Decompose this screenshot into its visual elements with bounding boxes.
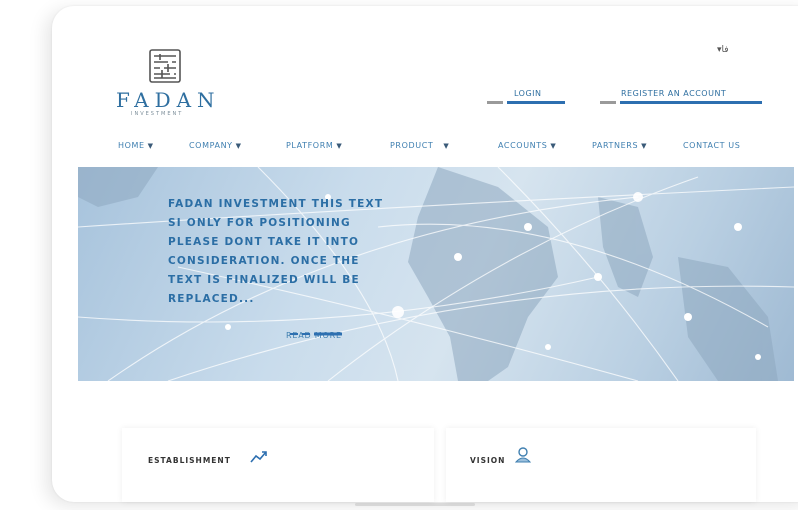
chevron-down-icon: ▼	[235, 142, 242, 150]
hero-line: Fadan Investment this text	[168, 198, 384, 210]
chevron-down-icon: ▼	[147, 142, 154, 150]
logo-icon[interactable]	[148, 48, 182, 88]
home-indicator	[355, 503, 475, 506]
hero-line: text is finalized will be	[168, 274, 360, 286]
hero-text: Fadan Investment this text si only for p…	[168, 195, 438, 309]
nav-item-partners[interactable]: Partners ▼	[592, 141, 647, 150]
card-title: Establishment	[148, 456, 231, 465]
brand-subtitle: INVESTMENT	[131, 111, 184, 117]
vision-card[interactable]: Vision	[446, 428, 756, 502]
login-link[interactable]: Login	[514, 89, 542, 98]
trend-icon	[250, 451, 267, 463]
card-title: Vision	[470, 456, 506, 465]
main-nav: Home ▼ Company ▼ Platform ▼ Product ▼ Accoun…	[118, 141, 768, 153]
nav-item-company[interactable]: Company ▼	[189, 141, 242, 150]
chevron-down-icon: ▼	[336, 142, 343, 150]
establishment-card[interactable]: Establishment	[122, 428, 434, 502]
hero-line: please dont take it into	[168, 236, 360, 248]
register-accent-bar	[620, 101, 762, 104]
read-more-dash-icon	[290, 332, 342, 336]
chevron-down-icon: ▼	[641, 142, 648, 150]
chevron-down-icon: ▼	[443, 142, 450, 150]
hero-line: replaced...	[168, 293, 255, 305]
read-more-link[interactable]: Read More	[286, 331, 342, 340]
nav-item-platform[interactable]: Platform ▼	[286, 141, 342, 150]
hero-banner: Fadan Investment this text si only for p…	[78, 167, 794, 381]
nav-item-product[interactable]: Product ▼	[390, 141, 449, 150]
hero-line: consideration. once the	[168, 255, 360, 267]
register-link[interactable]: Register an account	[621, 89, 726, 98]
register-gray-bar	[600, 101, 616, 104]
vision-icon	[514, 447, 532, 463]
brand-name[interactable]: FADAN	[116, 88, 221, 112]
login-gray-bar	[487, 101, 503, 104]
hero-line: si only for positioning	[168, 217, 351, 229]
login-accent-bar	[507, 101, 565, 104]
nav-item-home[interactable]: Home ▼	[118, 141, 154, 150]
chevron-down-icon: ▼	[550, 142, 557, 150]
nav-item-accounts[interactable]: Accounts ▼	[498, 141, 556, 150]
language-switch[interactable]: ▾فا	[717, 45, 729, 55]
nav-item-contact[interactable]: Contact us	[683, 141, 740, 150]
